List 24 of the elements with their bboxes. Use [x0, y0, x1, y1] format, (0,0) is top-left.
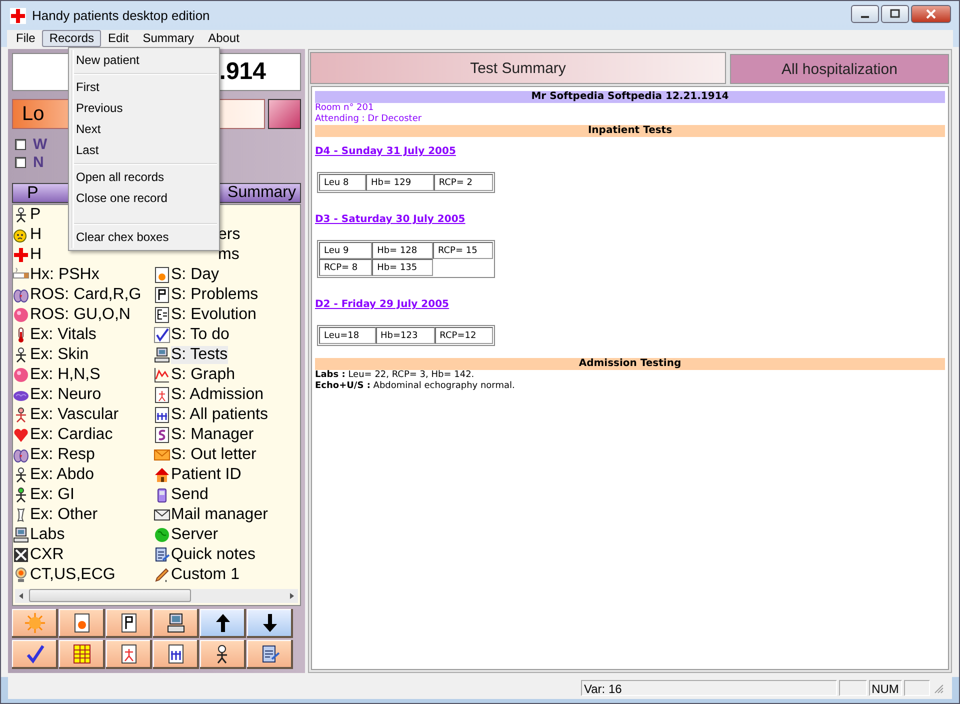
- table-cell: Hb=123: [376, 327, 435, 344]
- table-cell: RCP= 2: [434, 174, 493, 191]
- table-cell: RCP=12: [434, 327, 493, 344]
- result-line: Echo+U/S : Abdominal echography normal.: [315, 381, 516, 392]
- checkbox-label: N: [33, 154, 44, 172]
- num-lock-indicator: NUM: [868, 680, 902, 696]
- checkbox-label: W: [33, 136, 48, 154]
- table-cell: Hb= 135: [372, 259, 433, 276]
- window-title: Handy patients desktop edition: [32, 8, 210, 23]
- section-header: Inpatient Tests: [315, 125, 945, 137]
- table-cell: Hb= 128: [372, 242, 433, 259]
- status-text: Var: 16: [581, 680, 837, 696]
- result-line: Labs : Leu= 22, RCP= 3, Hb= 142.: [315, 370, 476, 381]
- patient-header: Mr Softpedia Softpedia 12.21.1914: [315, 91, 945, 103]
- table-cell: Leu 8: [319, 174, 366, 191]
- room-text: Room n° 201: [315, 103, 375, 114]
- table-cell: RCP= 8: [319, 259, 372, 276]
- attending-text: Attending : Dr Decoster: [315, 114, 423, 125]
- table-cell: Leu=18: [319, 327, 376, 344]
- patient-name: .914: [219, 58, 266, 86]
- table-cell: Hb= 129: [366, 174, 434, 191]
- section-header: Admission Testing: [315, 358, 945, 370]
- table-cell: Leu 9: [319, 242, 372, 259]
- table-cell: RCP= 15: [432, 242, 493, 259]
